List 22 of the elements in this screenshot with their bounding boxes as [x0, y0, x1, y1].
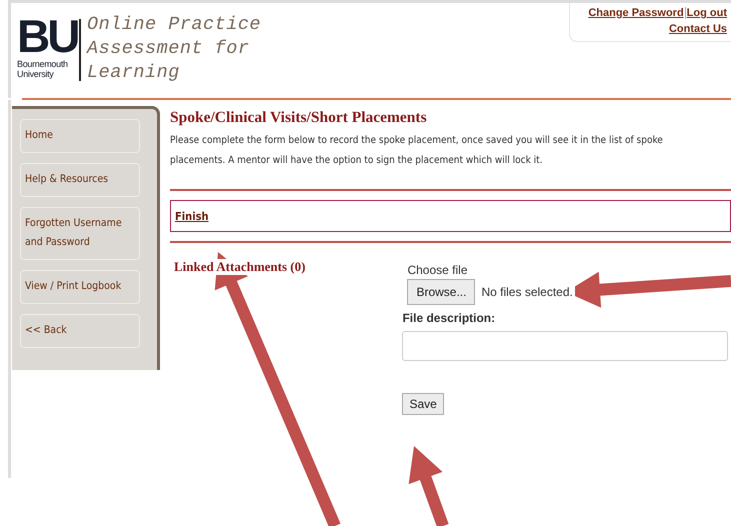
page-title: Spoke/Clinical Visits/Short Placements [170, 109, 428, 127]
save-button[interactable]: Save [402, 393, 444, 415]
nav-item[interactable]: Help & Resources [20, 163, 140, 197]
finish-link[interactable]: Finish [175, 210, 209, 222]
file-status: No files selected. [481, 285, 575, 299]
nav-item[interactable]: View / Print Logbook [20, 270, 140, 304]
browse-button[interactable]: Browse... [407, 279, 476, 305]
nav-item[interactable]: << Back [20, 314, 140, 348]
intro-text: Please complete the form below to record the spoke placement, once saved you will see it in the list of spoke placements. A mentor will have the option to sign the placement which will lock it. [170, 134, 664, 168]
file-description-label: File description: [402, 311, 496, 325]
file-description-field[interactable] [402, 331, 728, 361]
attachments-heading: Linked Attachments (0) [174, 259, 306, 275]
account-link[interactable]: Log out [686, 7, 727, 19]
app-title-line: Learning [87, 61, 181, 85]
university-logo: BU Bournemouth University [17, 13, 77, 79]
app-title-line: Assessment for [87, 37, 250, 61]
choose-file-label: Choose file [407, 263, 468, 277]
account-link[interactable]: Change Password [588, 7, 684, 19]
nav-item[interactable]: Home [20, 119, 140, 153]
account-link[interactable]: Contact Us [668, 23, 727, 35]
nav-item[interactable]: Forgotten Username and Password [20, 207, 140, 260]
app-title-line: Online Practice [87, 13, 262, 37]
